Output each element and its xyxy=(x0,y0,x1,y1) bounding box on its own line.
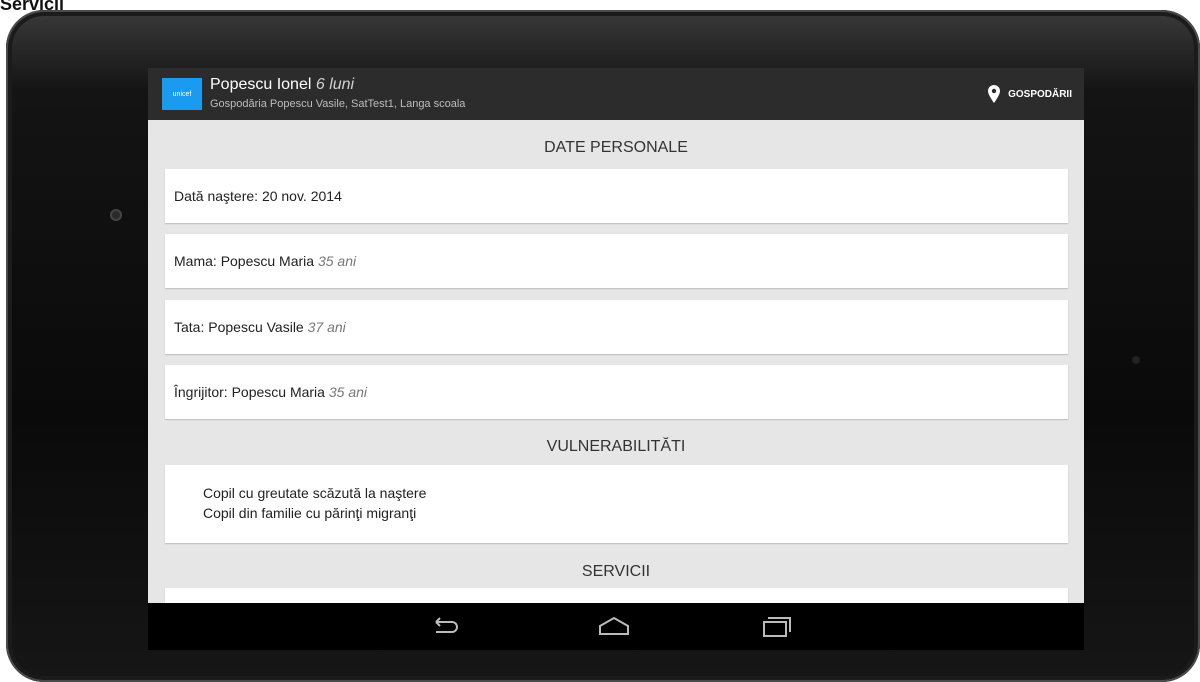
father-card[interactable]: Tata: Popescu Vasile 37 ani xyxy=(165,300,1068,354)
front-camera xyxy=(110,209,122,221)
caregiver-label: Îngrijitor: xyxy=(174,384,228,400)
vulnerabilities-card[interactable]: Copil cu greutate scăzută la naştere Cop… xyxy=(165,465,1068,543)
child-age: 6 luni xyxy=(315,76,355,93)
caregiver-age: 35 ani xyxy=(328,384,368,400)
vulnerability-item: Copil din familie cu părinţi migranţi xyxy=(203,505,417,521)
content-scroll[interactable]: DATE PERSONALE Dată naştere: 20 nov. 201… xyxy=(148,120,1084,603)
personal-data-header: DATE PERSONALE xyxy=(544,139,688,156)
services-header: SERVICII xyxy=(581,563,651,580)
birthdate-text: Dată naştere: 20 nov. 2014 xyxy=(174,188,342,204)
mother-card[interactable]: Mama: Popescu Maria 35 ani xyxy=(165,234,1068,288)
caregiver-name: Popescu Maria xyxy=(231,384,325,400)
household-subtitle: Gospodăria Popescu Vasile, SatTest1, Lan… xyxy=(210,98,466,110)
vulnerability-item: Copil cu greutate scăzută la naştere xyxy=(203,485,427,501)
sensor-dot xyxy=(1132,356,1140,364)
caregiver-card[interactable]: Îngrijitor: Popescu Maria 35 ani xyxy=(165,365,1068,419)
recents-icon[interactable] xyxy=(756,614,796,640)
map-pin-icon xyxy=(988,85,1001,103)
father-name: Popescu Vasile xyxy=(208,319,304,335)
father-age: 37 ani xyxy=(307,319,346,335)
mother-name: Popescu Maria xyxy=(220,253,315,269)
households-label: GOSPODĂRII xyxy=(1008,88,1072,100)
page-title: Popescu Ionel 6 luni xyxy=(210,76,354,94)
logo-text: unicef xyxy=(172,90,192,98)
services-card[interactable] xyxy=(165,588,1068,603)
child-name: Popescu Ionel xyxy=(210,76,312,93)
mother-label: Mama: xyxy=(174,253,217,269)
caregiver-row: Îngrijitor: Popescu Maria 35 ani xyxy=(174,384,367,400)
father-label: Tata: xyxy=(174,319,205,335)
father-row: Tata: Popescu Vasile 37 ani xyxy=(174,319,346,335)
birthdate-card[interactable]: Dată naştere: 20 nov. 2014 xyxy=(165,169,1068,223)
system-nav-bar xyxy=(148,603,1084,650)
mother-age: 35 ani xyxy=(317,253,357,269)
vulnerabilities-header: VULNERABILITĂTI xyxy=(546,438,686,455)
action-bar: unicef Popescu Ionel 6 luni Gospodăria P… xyxy=(148,68,1084,120)
back-icon[interactable] xyxy=(424,614,464,640)
households-button[interactable]: GOSPODĂRII xyxy=(988,82,1072,106)
mother-row: Mama: Popescu Maria 35 ani xyxy=(174,253,356,269)
tablet-screen: unicef Popescu Ionel 6 luni Gospodăria P… xyxy=(148,68,1084,650)
home-icon[interactable] xyxy=(594,614,634,640)
unicef-logo[interactable]: unicef xyxy=(162,78,202,110)
